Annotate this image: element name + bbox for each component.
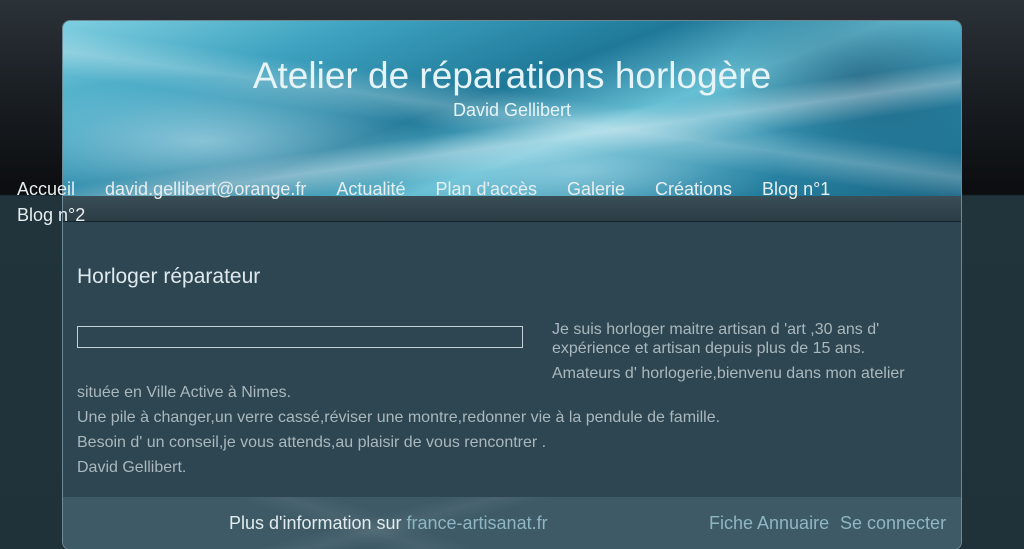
footer-info: Plus d'information sur france-artisanat.… — [229, 513, 548, 534]
fiche-annuaire-link[interactable]: Fiche Annuaire — [709, 513, 829, 534]
content-area — [63, 222, 961, 497]
nav-item-accueil[interactable]: Accueil — [17, 177, 75, 202]
nav-item-blog-1[interactable]: Blog n°1 — [762, 177, 830, 202]
nav-item-plan-acces[interactable]: Plan d'accès — [435, 177, 537, 202]
intro-line-3: Amateurs d' horlogerie,bienvenu dans mon… — [552, 365, 905, 382]
site-subtitle: David Gellibert — [452, 100, 572, 120]
site-title: Atelier de réparations horlogère — [252, 55, 772, 96]
france-artisanat-link[interactable]: france-artisanat.fr — [407, 513, 548, 533]
intro-line-1: Je suis horloger maitre artisan d 'art ,… — [552, 321, 880, 338]
footer-info-prefix: Plus d'information sur — [229, 513, 407, 533]
nav-item-actualite[interactable]: Actualité — [336, 177, 405, 202]
page-title: Horloger réparateur — [77, 265, 261, 288]
nav-item-email[interactable]: david.gellibert@orange.fr — [105, 177, 306, 202]
se-connecter-link[interactable]: Se connecter — [840, 513, 946, 534]
nav-item-creations[interactable]: Créations — [655, 177, 732, 202]
nav-item-galerie[interactable]: Galerie — [567, 177, 625, 202]
body-line-1: située en Ville Active à Nimes. — [77, 384, 292, 401]
body-line-3: Besoin d' un conseil,je vous attends,au … — [77, 434, 547, 451]
nav-menu: Accueil david.gellibert@orange.fr Actualit… — [17, 177, 887, 229]
body-line-2: Une pile à changer,un verre cassé,révise… — [77, 409, 721, 426]
image-placeholder — [77, 326, 523, 348]
signature: David Gellibert. — [77, 459, 187, 476]
nav-item-blog-2[interactable]: Blog n°2 — [17, 203, 85, 228]
intro-line-2: expérience et artisan depuis plus de 15 … — [552, 340, 866, 357]
